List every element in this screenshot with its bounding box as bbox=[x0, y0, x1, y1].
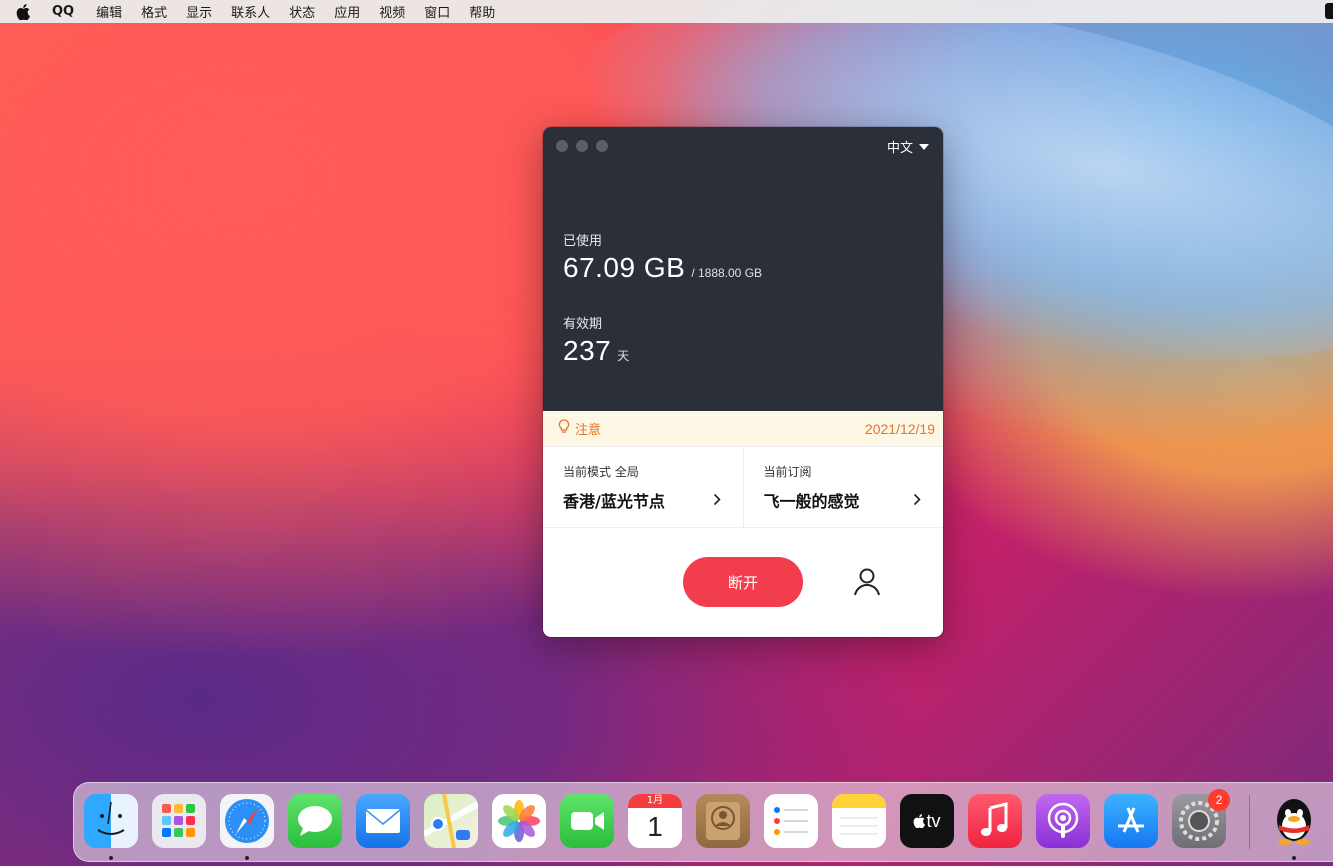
validity-days: 237 bbox=[563, 335, 612, 366]
subscription-cell[interactable]: 当前订阅 飞一般的感觉 bbox=[742, 447, 944, 527]
notice-bar[interactable]: 注意 2021/12/19 bbox=[543, 411, 943, 447]
subscription-label: 当前订阅 bbox=[763, 465, 812, 479]
validity-unit: 天 bbox=[617, 349, 630, 363]
usage-value: 67.09 GB / 1888.00 GB bbox=[563, 252, 762, 284]
menu-app-name[interactable]: QQ bbox=[52, 4, 74, 19]
facetime-icon[interactable] bbox=[560, 794, 614, 848]
music-icon[interactable] bbox=[968, 794, 1022, 848]
calendar-month: 1月 bbox=[628, 794, 682, 808]
menubar-status-icon[interactable] bbox=[1325, 3, 1333, 19]
contacts-icon[interactable] bbox=[696, 794, 750, 848]
menu-window[interactable]: 窗口 bbox=[424, 2, 450, 21]
finder-icon[interactable] bbox=[84, 794, 138, 848]
vpn-window: 中文 已使用 67.09 GB / 1888.00 GB 有效期 237 天 注… bbox=[543, 127, 943, 637]
usage-used: 67.09 GB bbox=[563, 252, 686, 283]
messages-icon[interactable] bbox=[288, 794, 342, 848]
mode-label: 当前模式 全局 bbox=[563, 465, 639, 479]
language-label: 中文 bbox=[886, 141, 913, 156]
dock: 1月 1 tv 2 bbox=[73, 782, 1333, 862]
actions-area: 断开 bbox=[543, 528, 943, 636]
caret-down-icon bbox=[919, 143, 929, 150]
language-selector[interactable]: 中文 bbox=[887, 137, 929, 156]
settings-badge: 2 bbox=[1208, 789, 1230, 811]
photos-icon[interactable] bbox=[492, 794, 546, 848]
usage-total: / 1888.00 GB bbox=[691, 266, 763, 280]
validity-value: 237 天 bbox=[563, 335, 629, 367]
calendar-icon[interactable]: 1月 1 bbox=[628, 794, 682, 848]
apple-menu-icon[interactable] bbox=[16, 3, 32, 20]
close-button[interactable] bbox=[556, 140, 568, 152]
mail-icon[interactable] bbox=[356, 794, 410, 848]
info-row: 当前模式 全局 香港/蓝光节点 当前订阅 飞一般的感觉 bbox=[543, 447, 943, 528]
menu-contacts[interactable]: 联系人 bbox=[231, 2, 270, 21]
safari-icon[interactable] bbox=[220, 794, 274, 848]
notice-date: 2021/12/19 bbox=[864, 420, 935, 437]
menu-apps[interactable]: 应用 bbox=[334, 2, 360, 21]
menu-bar: QQ 编辑 格式 显示 联系人 状态 应用 视频 窗口 帮助 bbox=[0, 0, 1333, 23]
reminders-icon[interactable] bbox=[764, 794, 818, 848]
disconnect-button[interactable]: 断开 bbox=[683, 557, 803, 607]
chevron-right-icon bbox=[913, 491, 921, 510]
chevron-right-icon bbox=[713, 491, 721, 510]
zoom-button[interactable] bbox=[596, 140, 608, 152]
dock-separator bbox=[1249, 795, 1250, 849]
lightbulb-icon bbox=[558, 419, 570, 438]
safari-running-dot bbox=[245, 856, 249, 860]
validity-label: 有效期 bbox=[563, 317, 603, 332]
menu-help[interactable]: 帮助 bbox=[469, 2, 495, 21]
mode-cell[interactable]: 当前模式 全局 香港/蓝光节点 bbox=[543, 447, 743, 527]
apple-tv-label: tv bbox=[926, 810, 941, 831]
maps-icon[interactable] bbox=[424, 794, 478, 848]
launchpad-icon[interactable] bbox=[152, 794, 206, 848]
menu-view[interactable]: 显示 bbox=[186, 2, 212, 21]
apple-tv-icon[interactable]: tv bbox=[900, 794, 954, 848]
user-icon[interactable] bbox=[851, 566, 883, 598]
window-controls bbox=[556, 140, 608, 152]
menu-format[interactable]: 格式 bbox=[141, 2, 167, 21]
qq-icon[interactable] bbox=[1267, 794, 1321, 848]
finder-running-dot bbox=[109, 856, 113, 860]
menu-status[interactable]: 状态 bbox=[289, 2, 315, 21]
calendar-day: 1 bbox=[647, 811, 663, 842]
qq-running-dot bbox=[1292, 856, 1296, 860]
minimize-button[interactable] bbox=[576, 140, 588, 152]
podcasts-icon[interactable] bbox=[1036, 794, 1090, 848]
app-store-icon[interactable] bbox=[1104, 794, 1158, 848]
menu-edit[interactable]: 编辑 bbox=[96, 2, 122, 21]
menu-video[interactable]: 视频 bbox=[379, 2, 405, 21]
usage-panel: 中文 已使用 67.09 GB / 1888.00 GB 有效期 237 天 bbox=[543, 127, 943, 411]
usage-label: 已使用 bbox=[563, 234, 603, 249]
notice-left: 注意 bbox=[558, 419, 601, 438]
notice-label: 注意 bbox=[575, 423, 602, 438]
notes-icon[interactable] bbox=[832, 794, 886, 848]
